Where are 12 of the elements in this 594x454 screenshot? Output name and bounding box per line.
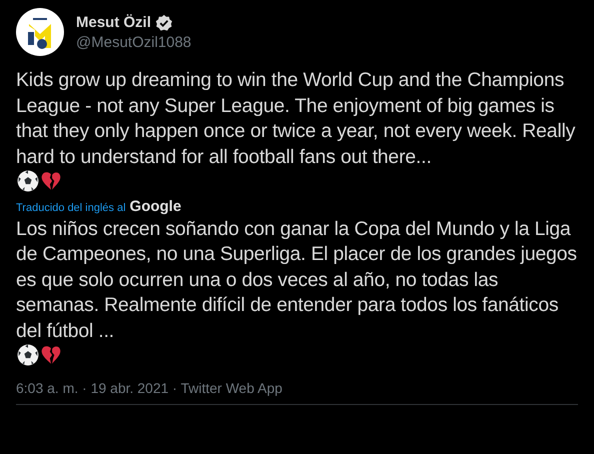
soccer-ball-icon: [17, 170, 39, 192]
author-name[interactable]: Mesut Özil: [76, 14, 152, 31]
google-logo: Google: [130, 198, 182, 214]
soccer-ball-icon: [17, 344, 39, 366]
tweet-timestamp[interactable]: 6:03 a. m. · 19 abr. 2021 · Twitter Web App: [16, 380, 282, 396]
tweet-text: Kids grow up dreaming to win the World Cup and the Champions League - not any Super League. The enjoyment of big games is that they only happen once or twice a year, not every week. Really hard to understand for all football fans out there...: [16, 69, 576, 168]
broken-heart-icon: [40, 344, 62, 366]
avatar-logo[interactable]: [16, 8, 64, 56]
translation-label[interactable]: Traducido del inglés al: [16, 202, 126, 214]
author-handle[interactable]: @MesutOzil1088: [76, 34, 192, 50]
broken-heart-icon: [40, 170, 62, 192]
translated-text: Los niños crecen soñando con ganar la Copa del Mundo y la Liga de Campeones, no una Superliga. El placer de los grandes juegos es que solo ocurren una o dos veces al año, no todas las semanas. Realmente difícil de entender para todos los fanáticos del fútbol ...: [16, 218, 577, 342]
